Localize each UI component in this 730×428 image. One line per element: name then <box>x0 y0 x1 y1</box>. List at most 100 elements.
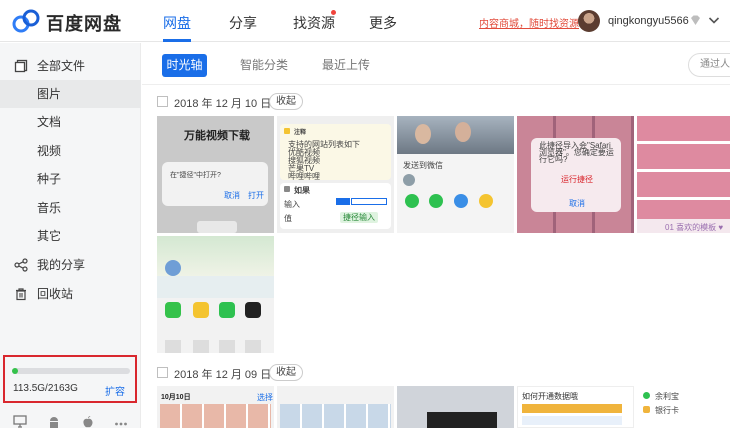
contact-avatar <box>403 174 415 186</box>
photo-thumbnail[interactable] <box>157 236 274 353</box>
sidebar-item-label: 种子 <box>37 172 62 186</box>
photo-search-input[interactable]: 通过人物、地点搜索 <box>688 53 730 77</box>
apple-icon[interactable] <box>81 415 95 428</box>
photo-thumbnail[interactable]: 01 喜欢的模板 ♥ <box>637 116 730 233</box>
notes-icon <box>193 302 209 318</box>
send-to-wechat-label: 发送到微信 <box>403 161 443 170</box>
nav-find-resources[interactable]: 找资源 <box>293 13 335 33</box>
app-name[interactable]: 百度网盘 <box>46 10 122 36</box>
dialog-open: 打开 <box>248 191 264 200</box>
collapse-button[interactable]: 收起 <box>269 93 303 110</box>
list-item: 余利宝 <box>655 392 679 401</box>
action-icon <box>219 340 235 353</box>
sidebar-item-label: 我的分享 <box>37 258 86 272</box>
photo-thumbnail[interactable]: 注释 支持的网站列表如下 优酷视频 搜狐视频 芒果TV 哔哩哔哩 如果 输入 值… <box>277 116 394 233</box>
view-tabs: 时光轴 智能分类 最近上传 通过人物、地点搜索 <box>142 43 730 85</box>
content-store-link[interactable]: 内容商城，随时找资源 <box>479 15 579 30</box>
nav-share[interactable]: 分享 <box>229 13 257 33</box>
photo-thumbnail[interactable]: 万能视频下载 在"捷径"中打开? 取消 打开 <box>157 116 274 233</box>
if-card: 如果 输入 值 捷径输入 <box>280 183 391 229</box>
sidebar-item-documents[interactable]: 文档 <box>0 108 141 136</box>
run-dialog: 此捷径导入会"Safari 浏览器"。您确定要运行它吗? 运行捷径 取消 <box>531 138 621 212</box>
sidebar-item-label: 图片 <box>37 87 62 101</box>
share-header <box>157 236 274 276</box>
photo-thumbnail[interactable] <box>277 386 394 428</box>
dialog-strip <box>427 412 497 428</box>
group-select-checkbox[interactable] <box>157 367 168 378</box>
sidebar-item-my-shares[interactable]: 我的分享 <box>0 251 141 279</box>
more-icon[interactable] <box>114 415 128 428</box>
sidebar-item-label: 文档 <box>37 115 62 129</box>
android-icon[interactable] <box>47 415 61 428</box>
trash-icon <box>16 288 26 301</box>
list-item: 银行卡 <box>655 406 679 415</box>
username[interactable]: qingkongyu5566 <box>608 15 689 27</box>
sidebar-item-label: 音乐 <box>37 201 62 215</box>
face-image <box>455 122 471 142</box>
tab-smart-classify[interactable]: 智能分类 <box>240 54 288 77</box>
tab-recent-uploads[interactable]: 最近上传 <box>322 54 370 77</box>
yulibao-icon <box>643 392 650 399</box>
share-sheet <box>157 298 274 353</box>
action-icon <box>165 340 181 353</box>
nav-more[interactable]: 更多 <box>369 13 397 33</box>
sidebar-item-music[interactable]: 音乐 <box>0 194 141 222</box>
photo-thumbnail[interactable] <box>397 386 514 428</box>
sidebar-item-others[interactable]: 其它 <box>0 222 141 250</box>
group-select-checkbox[interactable] <box>157 96 168 107</box>
photo-thumbnail[interactable]: 10月10日 选择 <box>157 386 274 428</box>
thumb-date: 10月10日 <box>161 394 191 401</box>
sidebar-item-all-files[interactable]: 全部文件 <box>0 52 141 80</box>
photo-thumbnail[interactable]: 发送到微信 <box>397 116 514 233</box>
vip-diamond-icon[interactable] <box>689 14 702 27</box>
thumb-bar <box>197 221 237 233</box>
sidebar-item-videos[interactable]: 视频 <box>0 137 141 165</box>
open-dialog: 在"捷径"中打开? 取消 打开 <box>162 162 268 206</box>
dialog-cancel: 取消 <box>224 191 240 200</box>
caption-bar: 01 喜欢的模板 ♥ <box>637 219 730 233</box>
sidebar-item-images[interactable]: 图片 <box>0 80 141 108</box>
sidebar: 全部文件 图片 文档 视频 种子 音乐 其它 我的分享 回收站 113.5G/2… <box>0 43 141 428</box>
favorite-icon <box>479 194 493 208</box>
bank-card-icon <box>643 406 650 413</box>
moments-icon <box>429 194 443 208</box>
sidebar-item-label: 全部文件 <box>37 59 86 73</box>
tab-timeline[interactable]: 时光轴 <box>162 54 207 77</box>
avatar[interactable] <box>578 10 600 32</box>
group-date: 2018 年 12 月 09 日 <box>174 369 272 381</box>
cancel-option: 取消 <box>569 199 585 208</box>
sidebar-item-recycle-bin[interactable]: 回收站 <box>0 280 141 308</box>
storage-quota-fill <box>12 368 19 374</box>
desktop-client-icon[interactable] <box>13 415 27 428</box>
qq-icon <box>245 302 261 318</box>
wechat-icon <box>405 194 419 208</box>
photo-thumbnail[interactable]: 此捷径导入会"Safari 浏览器"。您确定要运行它吗? 运行捷径 取消 <box>517 116 634 233</box>
comment-card: 注释 支持的网站列表如下 优酷视频 搜狐视频 芒果TV 哔哩哔哩 <box>280 124 391 181</box>
sidebar-item-label: 视频 <box>37 144 62 158</box>
storage-quota-text: 113.5G/2163G <box>13 383 78 394</box>
sidebar-item-torrents[interactable]: 种子 <box>0 165 141 193</box>
thumb-title: 万能视频下载 <box>184 130 250 142</box>
files-icon <box>14 59 28 73</box>
chevron-down-icon[interactable] <box>708 15 720 25</box>
sidebar-item-label: 其它 <box>37 229 62 243</box>
sidebar-item-label: 回收站 <box>37 287 74 301</box>
nav-netdisk[interactable]: 网盘 <box>163 13 191 33</box>
baidu-netdisk-logo-icon[interactable] <box>12 8 40 34</box>
app-icon <box>165 260 181 276</box>
photo-thumbnail[interactable]: 如何开通数据哦 <box>517 386 634 428</box>
run-dialog-text: 此捷径导入会"Safari 浏览器"。您确定要运行它吗? <box>539 141 614 164</box>
share-icon <box>14 258 28 272</box>
face-image <box>415 124 431 144</box>
segment-group <box>351 198 387 205</box>
thumb-grid <box>160 404 271 428</box>
collapse-button[interactable]: 收起 <box>269 364 303 381</box>
photo-thumbnail[interactable]: 余利宝 银行卡 <box>637 386 730 428</box>
thumb-heading: 如何开通数据哦 <box>522 392 578 401</box>
if-icon <box>284 186 290 192</box>
thumb-select: 选择 <box>257 393 273 402</box>
nav-active-indicator <box>163 39 191 42</box>
expand-storage-link[interactable]: 扩容 <box>105 383 125 398</box>
storage-quota-panel: 113.5G/2163G 扩容 <box>3 355 137 403</box>
shortcut-input-chip: 捷径输入 <box>340 212 378 223</box>
